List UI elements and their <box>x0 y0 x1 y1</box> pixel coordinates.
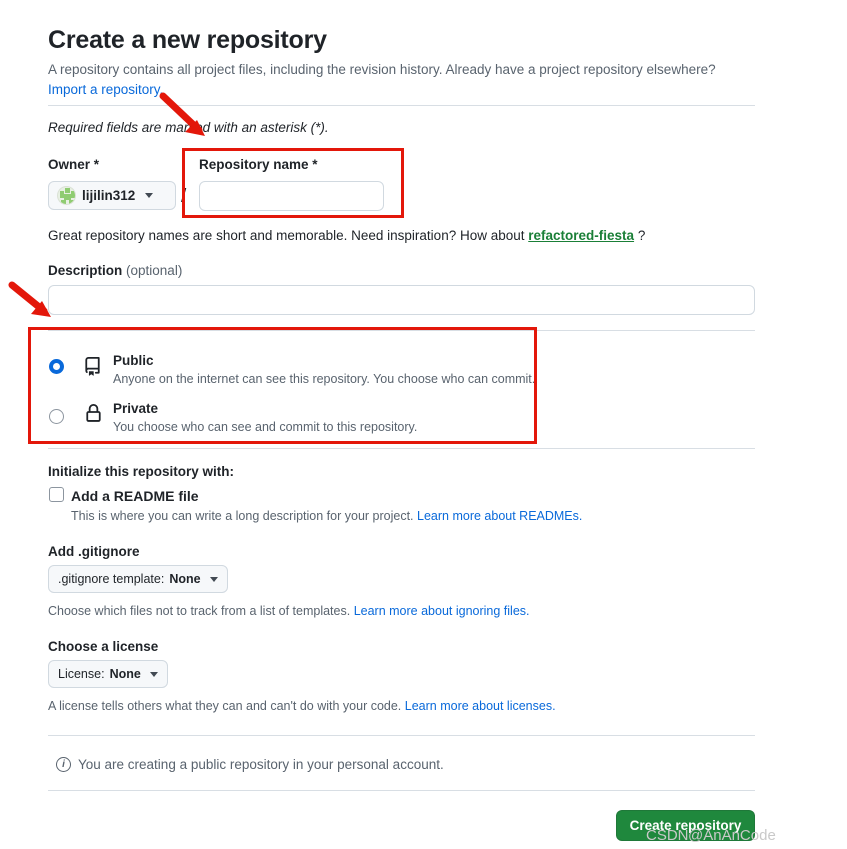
owner-label: Owner * <box>48 157 100 172</box>
gitignore-template-select[interactable]: .gitignore template: None <box>48 565 228 593</box>
visibility-label-public: Public <box>113 353 154 368</box>
divider-above-visibility <box>48 330 755 331</box>
repository-name-label: Repository name * <box>199 157 318 172</box>
chevron-down-icon <box>209 576 218 582</box>
info-note: i You are creating a public repository i… <box>56 757 444 772</box>
visibility-description-public: Anyone on the internet can see this repo… <box>113 372 536 386</box>
lock-icon <box>84 404 103 428</box>
description-optional-tag: (optional) <box>126 263 183 278</box>
license-select[interactable]: License: None <box>48 660 168 688</box>
license-heading: Choose a license <box>48 639 159 654</box>
import-repository-link[interactable]: Import a repository. <box>48 80 768 100</box>
license-help-text: A license tells others what they can and… <box>48 699 402 713</box>
page-subtitle: A repository contains all project files,… <box>48 60 768 100</box>
owner-name: lijilin312 <box>82 188 136 203</box>
visibility-radio-private[interactable] <box>49 409 64 424</box>
license-prefix: License: <box>58 667 105 681</box>
info-icon: i <box>56 757 71 772</box>
required-fields-note: Required fields are marked with an aster… <box>48 120 329 135</box>
gitignore-help-text: Choose which files not to track from a l… <box>48 604 351 618</box>
license-value: None <box>109 667 141 681</box>
add-readme-description: This is where you can write a long descr… <box>71 509 582 523</box>
description-label-text: Description <box>48 263 123 278</box>
gitignore-template-value: None <box>169 572 201 586</box>
chevron-down-icon <box>149 671 158 677</box>
create-repository-page: Create a new repository A repository con… <box>0 0 847 849</box>
repository-name-suggestion[interactable]: refactored-fiesta <box>528 228 634 243</box>
description-label: Description (optional) <box>48 263 182 278</box>
create-repository-button[interactable]: Create repository <box>616 810 755 841</box>
repository-name-hint: Great repository names are short and mem… <box>48 228 645 243</box>
visibility-radio-public[interactable] <box>49 359 64 374</box>
gitignore-learn-more-link[interactable]: Learn more about ignoring files. <box>354 604 530 618</box>
chevron-down-icon <box>145 193 154 198</box>
add-readme-description-text: This is where you can write a long descr… <box>71 509 414 523</box>
page-title: Create a new repository <box>48 26 327 54</box>
description-input[interactable] <box>48 285 755 315</box>
divider-above-submit <box>48 790 755 791</box>
avatar <box>57 186 76 205</box>
gitignore-help: Choose which files not to track from a l… <box>48 604 530 618</box>
visibility-description-private: You choose who can see and commit to thi… <box>113 420 418 434</box>
add-readme-label: Add a README file <box>71 488 199 504</box>
divider-above-info <box>48 735 755 736</box>
divider-below-visibility <box>48 448 755 449</box>
repo-icon <box>83 357 102 381</box>
owner-repo-separator: / <box>181 186 187 207</box>
repository-name-hint-suffix: ? <box>637 228 646 243</box>
license-learn-more-link[interactable]: Learn more about licenses. <box>405 699 556 713</box>
add-readme-checkbox[interactable] <box>49 487 64 502</box>
gitignore-template-prefix: .gitignore template: <box>58 572 165 586</box>
readme-learn-more-link[interactable]: Learn more about READMEs. <box>417 509 582 523</box>
page-subtitle-text: A repository contains all project files,… <box>48 62 716 77</box>
repository-name-hint-prefix: Great repository names are short and mem… <box>48 228 525 243</box>
info-note-text: You are creating a public repository in … <box>78 757 444 772</box>
visibility-label-private: Private <box>113 401 159 416</box>
license-help: A license tells others what they can and… <box>48 699 556 713</box>
gitignore-heading: Add .gitignore <box>48 544 140 559</box>
initialize-heading: Initialize this repository with: <box>48 464 235 479</box>
divider-top <box>48 105 755 106</box>
repository-name-input[interactable] <box>199 181 384 211</box>
owner-select-button[interactable]: lijilin312 <box>48 181 176 210</box>
